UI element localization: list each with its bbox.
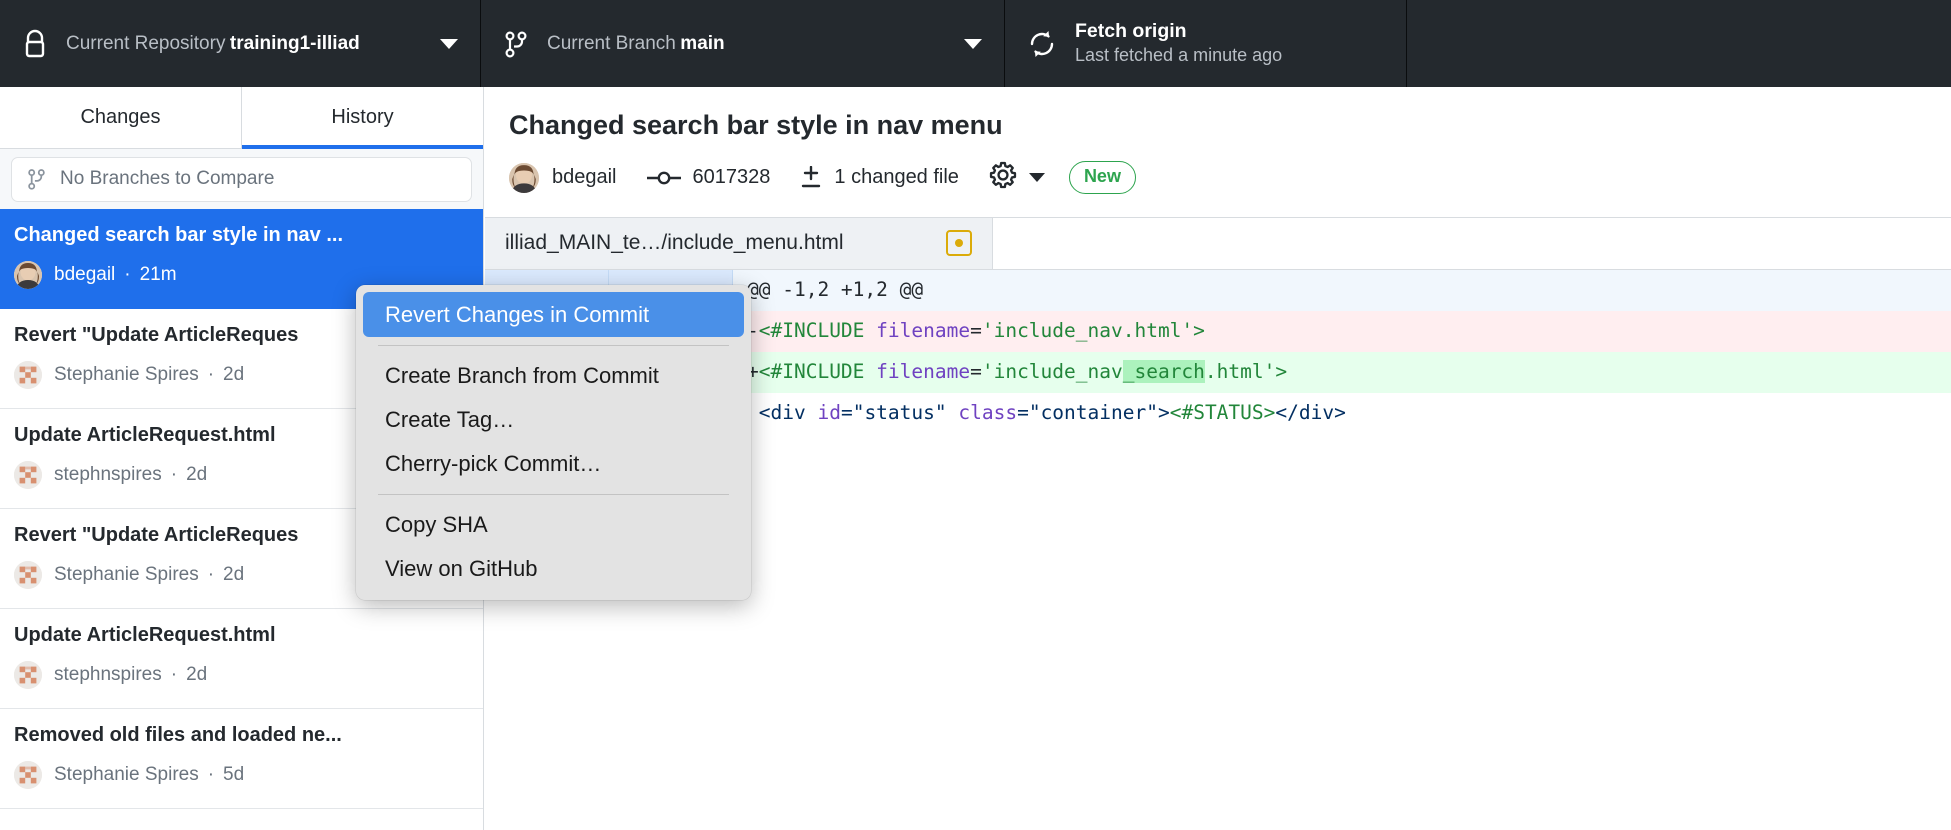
avatar — [14, 261, 42, 289]
diff-code-context: <div id="status" class="container"><#STA… — [733, 393, 1951, 434]
status-badge: New — [1069, 161, 1136, 194]
menu-item-label: Cherry-pick Commit… — [385, 451, 601, 477]
commit-item-title: Update ArticleRequest.html — [14, 622, 465, 649]
commit-item-time: 21m — [140, 264, 177, 286]
changed-files-label: 1 changed file — [834, 166, 959, 189]
commit-icon — [647, 168, 681, 188]
menu-separator — [378, 494, 729, 495]
meta-separator: · — [124, 264, 130, 286]
changed-file-entry[interactable]: illiad_MAIN_te…/include_menu.html — [485, 218, 993, 269]
meta-separator: · — [208, 364, 214, 386]
diff-icon — [800, 166, 822, 190]
file-header-row[interactable]: illiad_MAIN_te…/include_menu.html — [485, 217, 1951, 270]
branch-icon — [26, 167, 47, 191]
menu-item-create-branch[interactable]: Create Branch from Commit — [356, 354, 751, 398]
commit-author-name: bdegail — [552, 166, 617, 189]
diff-hunk-header: @@ -1,2 +1,2 @@ — [733, 270, 1951, 311]
commit-item-author: bdegail — [54, 264, 115, 286]
branch-compare-bar: No Branches to Compare — [0, 149, 483, 209]
avatar — [14, 661, 42, 689]
fetch-origin-subtitle: Last fetched a minute ago — [1075, 45, 1282, 65]
changed-files-count: 1 changed file — [800, 166, 959, 190]
meta-separator: · — [171, 464, 177, 486]
meta-separator: · — [171, 664, 177, 686]
diff-code-added: +<#INCLUDE filename='include_nav_search.… — [733, 352, 1951, 393]
current-branch-button[interactable]: Current Branch main — [481, 0, 1005, 87]
gear-icon — [989, 161, 1017, 195]
menu-item-label: Create Tag… — [385, 407, 514, 433]
menu-item-label: View on GitHub — [385, 556, 537, 582]
commit-item-time: 2d — [186, 464, 207, 486]
commit-item-meta: stephnspires · 2d — [14, 661, 465, 689]
current-repository-label: Current Repository — [66, 33, 225, 54]
chevron-down-icon[interactable] — [964, 39, 982, 49]
fetch-origin-button[interactable]: Fetch origin Last fetched a minute ago — [1005, 0, 1407, 87]
menu-item-copy-sha[interactable]: Copy SHA — [356, 503, 751, 547]
commit-item-time: 2d — [223, 364, 244, 386]
avatar — [14, 461, 42, 489]
menu-item-label: Copy SHA — [385, 512, 488, 538]
file-path: illiad_MAIN_te…/include_menu.html — [505, 231, 934, 255]
top-toolbar: Current Repository training1-illiad Curr… — [0, 0, 1951, 87]
avatar — [14, 761, 42, 789]
menu-item-label: Revert Changes in Commit — [385, 302, 649, 328]
meta-separator: · — [208, 564, 214, 586]
avatar — [509, 163, 539, 193]
commit-item-time: 2d — [186, 664, 207, 686]
tab-history[interactable]: History — [242, 87, 483, 148]
commit-item-meta: Stephanie Spires · 5d — [14, 761, 465, 789]
compare-branch-selector[interactable]: No Branches to Compare — [11, 157, 472, 202]
commit-item-author: Stephanie Spires — [54, 364, 199, 386]
commit-sha-value: 6017328 — [693, 166, 771, 189]
toolbar-empty-area — [1407, 0, 1951, 87]
commit-list-item[interactable]: Update ArticleRequest.html — [0, 609, 483, 709]
tab-changes-label: Changes — [80, 106, 160, 129]
fetch-origin-title: Fetch origin — [1075, 20, 1187, 42]
avatar — [14, 561, 42, 589]
commit-item-title: Changed search bar style in nav ... — [14, 222, 465, 249]
menu-item-create-tag[interactable]: Create Tag… — [356, 398, 751, 442]
commit-header: Changed search bar style in nav menu — [485, 87, 1951, 195]
meta-separator: · — [208, 764, 214, 786]
commit-item-time: 5d — [223, 764, 244, 786]
branch-icon — [503, 29, 529, 59]
commit-sha[interactable]: 6017328 — [647, 166, 771, 189]
file-row-spacer — [993, 218, 1951, 269]
menu-item-revert-changes[interactable]: Revert Changes in Commit — [363, 292, 744, 337]
github-desktop-window: Current Repository training1-illiad Curr… — [0, 0, 1951, 830]
commit-item-time: 2d — [223, 564, 244, 586]
current-repository-button[interactable]: Current Repository training1-illiad — [0, 0, 481, 87]
chevron-down-icon[interactable] — [440, 39, 458, 49]
lock-icon — [22, 29, 48, 59]
avatar — [14, 361, 42, 389]
diff-code-deleted: -<#INCLUDE filename='include_nav.html'> — [733, 311, 1951, 352]
commit-context-menu[interactable]: Revert Changes in Commit Create Branch f… — [356, 285, 751, 600]
tab-history-label: History — [331, 106, 393, 129]
commit-item-author: Stephanie Spires — [54, 564, 199, 586]
commit-list-item[interactable]: Removed old files and loaded ne... — [0, 709, 483, 809]
commit-author: bdegail — [509, 163, 617, 193]
sidebar-tabs: Changes History — [0, 87, 483, 149]
current-repository-value: training1-illiad — [230, 33, 360, 54]
tab-changes[interactable]: Changes — [0, 87, 242, 148]
menu-item-cherry-pick[interactable]: Cherry-pick Commit… — [356, 442, 751, 486]
commit-summary: Changed search bar style in nav menu — [509, 109, 1927, 143]
compare-branch-text: No Branches to Compare — [60, 168, 274, 190]
current-branch-value: main — [680, 33, 724, 54]
modified-file-icon — [946, 230, 972, 256]
chevron-down-icon[interactable] — [1029, 173, 1045, 182]
commit-metadata-row: bdegail 6017328 — [509, 161, 1927, 195]
commit-options-button[interactable] — [989, 161, 1045, 195]
menu-item-view-on-github[interactable]: View on GitHub — [356, 547, 751, 591]
commit-item-author: stephnspires — [54, 664, 162, 686]
commit-item-author: Stephanie Spires — [54, 764, 199, 786]
sync-icon — [1027, 29, 1057, 59]
menu-item-label: Create Branch from Commit — [385, 363, 659, 389]
commit-item-title: Removed old files and loaded ne... — [14, 722, 465, 749]
commit-item-author: stephnspires — [54, 464, 162, 486]
current-branch-label: Current Branch — [547, 33, 676, 54]
menu-separator — [378, 345, 729, 346]
